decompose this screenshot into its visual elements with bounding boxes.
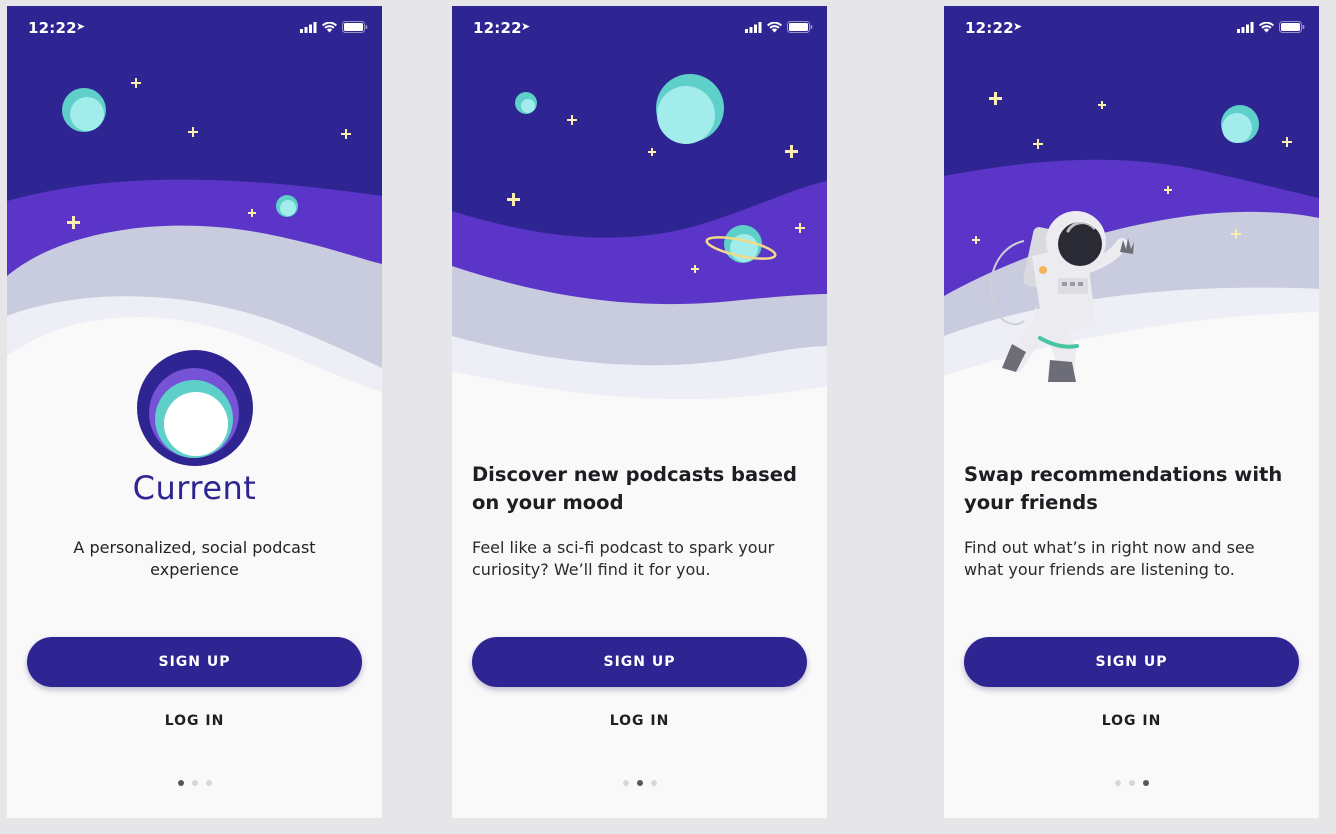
tagline: A personalized, social podcast experienc… [73, 538, 316, 579]
sign-up-button[interactable]: SIGN UP [472, 637, 807, 687]
signal-icon [745, 21, 762, 33]
planet-icon [1221, 105, 1259, 143]
page-dot[interactable] [1114, 780, 1121, 786]
page-dot[interactable] [650, 780, 657, 786]
wifi-icon [767, 21, 782, 32]
page-dot-active[interactable] [1142, 780, 1149, 786]
location-arrow-icon: ➤ [76, 20, 86, 33]
current-logo [137, 350, 253, 466]
battery-icon [342, 21, 368, 33]
wifi-icon [322, 21, 337, 32]
sign-up-button[interactable]: SIGN UP [964, 637, 1299, 687]
page-dot-active[interactable] [177, 780, 184, 786]
planet-icon [515, 92, 537, 114]
onboarding-screen-2: 12:22 ➤ Discover new podcasts based on y… [452, 6, 827, 818]
status-bar: 12:22 ➤ [452, 6, 827, 50]
location-arrow-icon: ➤ [521, 20, 531, 33]
log-in-link[interactable]: LOG IN [7, 713, 382, 729]
screen-description: Feel like a sci-fi podcast to spark your… [472, 538, 775, 579]
onboarding-screen-3: 12:22 ➤ Swap recommendations with your f… [944, 6, 1319, 818]
space-illustration [452, 6, 827, 426]
page-dot[interactable] [191, 780, 198, 786]
screen-headline: Discover new podcasts based on your mood [472, 463, 797, 514]
page-dot-active[interactable] [636, 780, 643, 786]
status-time: 12:22 [473, 19, 522, 37]
signal-icon [1237, 21, 1254, 33]
wifi-icon [1259, 21, 1274, 32]
page-dot[interactable] [1128, 780, 1135, 786]
battery-icon [1279, 21, 1305, 33]
status-time: 12:22 [28, 19, 77, 37]
log-in-link[interactable]: LOG IN [944, 713, 1319, 729]
page-dot[interactable] [205, 780, 212, 786]
status-bar: 12:22 ➤ [7, 6, 382, 50]
page-indicator [452, 780, 827, 786]
page-indicator [944, 780, 1319, 786]
page-dot[interactable] [622, 780, 629, 786]
status-time: 12:22 [965, 19, 1014, 37]
location-arrow-icon: ➤ [1013, 20, 1023, 33]
planet-icon [62, 88, 106, 132]
battery-icon [787, 21, 813, 33]
brand-name: Current [132, 469, 257, 507]
onboarding-screen-1: 12:22 ➤ Current A personalized, social p… [7, 6, 382, 818]
signal-icon [300, 21, 317, 33]
space-illustration [944, 6, 1319, 426]
screen-headline: Swap recommendations with your friends [964, 463, 1283, 514]
status-bar: 12:22 ➤ [944, 6, 1319, 50]
screen-description: Find out what’s in right now and see wha… [964, 538, 1255, 579]
sign-up-button[interactable]: SIGN UP [27, 637, 362, 687]
planet-icon [276, 195, 298, 217]
page-indicator [7, 780, 382, 786]
log-in-link[interactable]: LOG IN [452, 713, 827, 729]
